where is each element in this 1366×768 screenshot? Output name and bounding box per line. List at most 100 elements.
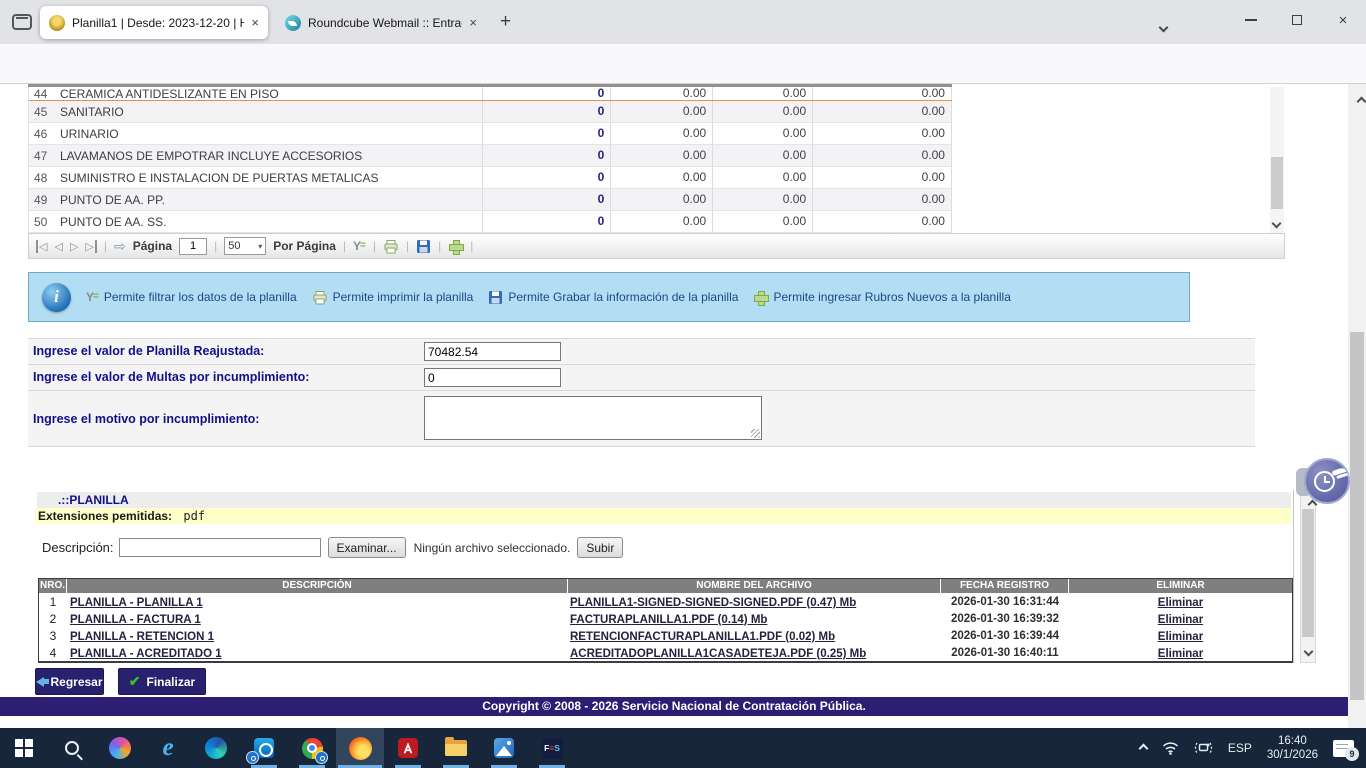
file-row: 3 PLANILLA - RETENCION 1 RETENCIONFACTUR… bbox=[39, 627, 1292, 644]
window-restore-button[interactable] bbox=[1274, 0, 1320, 40]
add-row-icon[interactable] bbox=[448, 239, 463, 254]
arrow-left-icon bbox=[36, 677, 44, 687]
start-button[interactable] bbox=[0, 728, 48, 768]
tab-close-icon[interactable]: × bbox=[251, 16, 259, 29]
scrollbar-down-icon[interactable] bbox=[1305, 644, 1312, 658]
scrollbar-thumb[interactable] bbox=[1271, 157, 1283, 209]
motivo-textarea[interactable] bbox=[424, 396, 762, 440]
scrollbar-thumb[interactable] bbox=[1350, 332, 1364, 700]
finalizar-button[interactable]: ✔ Finalizar bbox=[118, 668, 206, 695]
wifi-icon[interactable] bbox=[1162, 741, 1179, 755]
file-delete-link[interactable]: Eliminar bbox=[1158, 614, 1203, 626]
extensions-label: Extensiones pemitidas: bbox=[35, 509, 172, 523]
file-name-link[interactable]: FACTURAPLANILLA1.PDF (0.14) Mb bbox=[570, 614, 767, 626]
page-prev-button[interactable]: ◁ bbox=[54, 240, 62, 253]
taskbar-fes-button[interactable]: F≡S bbox=[528, 728, 576, 768]
taskbar-photos-button[interactable] bbox=[480, 728, 528, 768]
taskbar-ie-button[interactable]: e bbox=[144, 728, 192, 768]
taskbar-explorer-button[interactable] bbox=[432, 728, 480, 768]
taskbar-edge-button[interactable] bbox=[192, 728, 240, 768]
wing-icon bbox=[1332, 467, 1347, 476]
form-row: Ingrese el valor de Multas por incumplim… bbox=[28, 365, 1255, 391]
table-row[interactable]: 46 URINARIO 0 0.00 0.00 0.00 bbox=[29, 123, 952, 145]
table-row[interactable]: 45 SANITARIO 0 0.00 0.00 0.00 bbox=[29, 101, 952, 123]
file-delete-link[interactable]: Eliminar bbox=[1158, 631, 1203, 643]
tab-favicon-roundcube bbox=[285, 15, 301, 31]
row-value: 0.00 bbox=[812, 167, 952, 188]
tab-planilla[interactable]: Planilla1 | Desde: 2023-12-20 | H × bbox=[40, 6, 268, 39]
taskbar-copilot-button[interactable] bbox=[96, 728, 144, 768]
tab-close-icon[interactable]: × bbox=[469, 16, 477, 29]
new-tab-button[interactable]: + bbox=[500, 11, 511, 33]
table-row[interactable]: 48 SUMINISTRO E INSTALACION DE PUERTAS M… bbox=[29, 167, 952, 189]
upload-frame-scrollbar[interactable] bbox=[1300, 492, 1316, 663]
page-last-button[interactable]: ▷ bbox=[85, 240, 96, 253]
page-number-input[interactable] bbox=[179, 238, 207, 255]
notification-center-icon[interactable]: 9 bbox=[1333, 740, 1354, 757]
taskbar-chrome-button[interactable] bbox=[288, 728, 336, 768]
tab-list-chevron-icon[interactable] bbox=[1160, 18, 1167, 36]
tab-roundcube[interactable]: Roundcube Webmail :: Entrada × bbox=[276, 6, 486, 39]
floating-timer-widget[interactable] bbox=[1304, 458, 1350, 504]
row-description: LAVAMANOS DE EMPOTRAR INCLUYE ACCESORIOS bbox=[56, 149, 483, 163]
window-minimize-button[interactable] bbox=[1228, 0, 1274, 40]
items-table-scrollbar[interactable] bbox=[1270, 87, 1284, 233]
browser-toolbar: ← → ↻ www.compraspublicas.gob.ec/Proceso… bbox=[0, 44, 1366, 84]
firefox-view-icon[interactable] bbox=[12, 14, 32, 30]
file-desc-link[interactable]: PLANILLA - FACTURA 1 bbox=[70, 614, 201, 626]
table-row[interactable]: 44 CERAMICA ANTIDESLIZANTE EN PISO 0 0.0… bbox=[29, 87, 952, 101]
filter-icon: Y= bbox=[86, 292, 99, 302]
files-table: NRO. DESCRIPCIÓN NOMBRE DEL ARCHIVO FECH… bbox=[38, 578, 1293, 663]
file-desc-link[interactable]: PLANILLA - PLANILLA 1 bbox=[70, 597, 203, 609]
save-icon[interactable] bbox=[416, 239, 431, 254]
reajustada-input[interactable] bbox=[424, 342, 561, 361]
scrollbar-thumb[interactable] bbox=[1302, 509, 1314, 637]
page-next-button[interactable]: ▷ bbox=[70, 240, 78, 253]
taskbar-acrobat-button[interactable] bbox=[384, 728, 432, 768]
file-name-link[interactable]: PLANILLA1-SIGNED-SIGNED-SIGNED.PDF (0.47… bbox=[570, 597, 856, 609]
upload-controls: Descripción: Examinar... Ningún archivo … bbox=[42, 536, 623, 559]
row-value: 0.00 bbox=[712, 87, 812, 100]
tray-chevron-up-icon[interactable] bbox=[1140, 739, 1147, 757]
taskbar-search-button[interactable] bbox=[48, 728, 96, 768]
row-qty: 0 bbox=[482, 167, 610, 188]
descripcion-input[interactable] bbox=[119, 538, 321, 557]
taskbar-firefox-button[interactable] bbox=[336, 728, 384, 768]
subir-button[interactable]: Subir bbox=[577, 537, 623, 558]
page-scrollbar[interactable] bbox=[1348, 84, 1366, 728]
pagination-bar: ◁ ◁ ▷ ▷ | ⇨ Página | 50 ▾ Por Página | Y… bbox=[28, 233, 1285, 259]
page-first-button[interactable]: ◁ bbox=[36, 240, 47, 253]
examinar-button[interactable]: Examinar... bbox=[328, 537, 406, 558]
file-name-link[interactable]: ACREDITADOPLANILLA1CASADETEJA.PDF (0.25)… bbox=[570, 648, 866, 660]
print-icon[interactable] bbox=[383, 239, 399, 254]
regresar-button[interactable]: Regresar bbox=[35, 668, 104, 695]
legend-filter: Y= Permite filtrar los datos de la plani… bbox=[86, 290, 297, 304]
language-indicator[interactable]: ESP bbox=[1228, 741, 1252, 755]
multas-input[interactable] bbox=[424, 368, 561, 387]
file-row: 1 PLANILLA - PLANILLA 1 PLANILLA1-SIGNED… bbox=[39, 593, 1292, 610]
filter-icon[interactable]: Y= bbox=[353, 241, 366, 251]
file-nro: 4 bbox=[39, 646, 67, 660]
file-delete-link[interactable]: Eliminar bbox=[1158, 648, 1203, 660]
file-desc-link[interactable]: PLANILLA - RETENCION 1 bbox=[70, 631, 214, 643]
table-row[interactable]: 50 PUNTO DE AA. SS. 0 0.00 0.00 0.00 bbox=[29, 211, 952, 233]
file-delete-link[interactable]: Eliminar bbox=[1158, 597, 1203, 609]
resize-handle-icon[interactable] bbox=[751, 429, 760, 438]
tray-clock[interactable]: 16:40 30/1/2026 bbox=[1267, 734, 1318, 762]
taskbar-outlook-button[interactable] bbox=[240, 728, 288, 768]
finalizar-label: Finalizar bbox=[147, 675, 196, 689]
table-row[interactable]: 47 LAVAMANOS DE EMPOTRAR INCLUYE ACCESOR… bbox=[29, 145, 952, 167]
per-page-select[interactable]: 50 ▾ bbox=[224, 237, 266, 255]
window-close-button[interactable]: × bbox=[1320, 0, 1366, 40]
system-tray: ESP 16:40 30/1/2026 9 bbox=[1140, 728, 1366, 768]
header-fecha: FECHA REGISTRO bbox=[941, 579, 1069, 593]
extensions-bar: Extensiones pemitidas: pdf bbox=[35, 508, 1291, 524]
page-label: Página bbox=[133, 239, 172, 253]
scrollbar-down-icon[interactable] bbox=[1273, 216, 1280, 230]
copyright-footer: Copyright © 2008 - 2026 Servicio Naciona… bbox=[0, 697, 1348, 716]
file-desc-link[interactable]: PLANILLA - ACREDITADO 1 bbox=[70, 648, 222, 660]
table-row[interactable]: 49 PUNTO DE AA. PP. 0 0.00 0.00 0.00 bbox=[29, 189, 952, 211]
file-name-link[interactable]: RETENCIONFACTURAPLANILLA1.PDF (0.02) Mb bbox=[570, 631, 835, 643]
tray-cast-icon[interactable] bbox=[1194, 741, 1213, 755]
firefox-icon bbox=[349, 737, 372, 760]
